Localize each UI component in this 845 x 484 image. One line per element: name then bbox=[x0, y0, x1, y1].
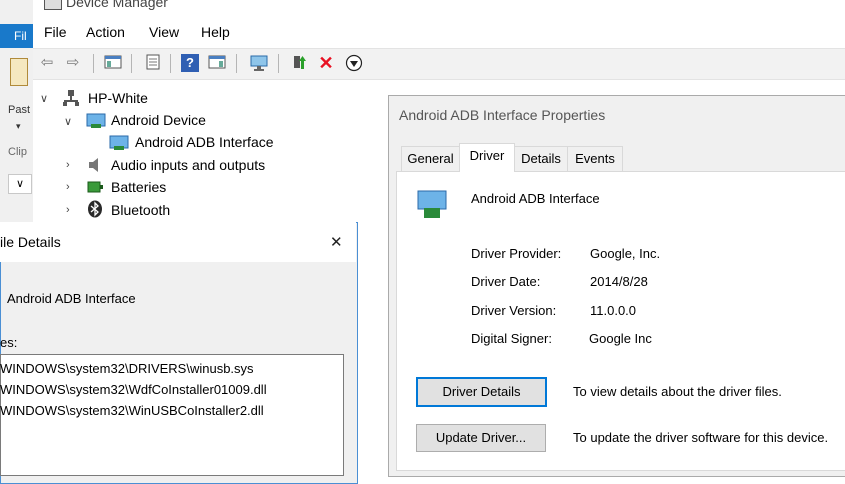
menu-view[interactable]: View bbox=[149, 24, 179, 40]
toolbar-separator bbox=[131, 54, 132, 73]
android-device-icon bbox=[86, 112, 108, 133]
scan-hardware-icon[interactable] bbox=[249, 54, 268, 72]
device-name: Android ADB Interface bbox=[471, 191, 600, 206]
chevron-down-icon[interactable]: ∨ bbox=[64, 115, 72, 128]
bluetooth-icon bbox=[87, 200, 103, 221]
chevron-right-icon[interactable]: › bbox=[66, 204, 70, 216]
tree-item-android-adb-interface[interactable]: Android ADB Interface bbox=[135, 134, 274, 150]
driver-date-label: Driver Date: bbox=[471, 274, 541, 289]
paste-icon[interactable] bbox=[10, 58, 28, 86]
file-details-device-name: Android ADB Interface bbox=[7, 291, 136, 306]
driver-details-description: To view details about the driver files. bbox=[573, 384, 782, 399]
driver-file-item[interactable]: WINDOWS\system32\WinUSBCoInstaller2.dll bbox=[0, 403, 264, 418]
uninstall-device-icon[interactable]: ✕ bbox=[317, 54, 335, 72]
driver-details-button[interactable]: Driver Details bbox=[416, 377, 547, 407]
update-driver-button[interactable]: Update Driver... bbox=[416, 424, 546, 452]
chevron-right-icon[interactable]: › bbox=[66, 181, 70, 193]
driver-provider-label: Driver Provider: bbox=[471, 246, 562, 261]
speaker-icon bbox=[86, 156, 104, 177]
update-driver-description: To update the driver software for this d… bbox=[573, 430, 829, 445]
explorer-file-tab[interactable]: Fil bbox=[0, 24, 33, 48]
menu-file[interactable]: File bbox=[44, 24, 67, 40]
show-hide-console-tree-icon[interactable] bbox=[104, 54, 122, 72]
battery-icon bbox=[86, 178, 106, 199]
action-pane-icon[interactable] bbox=[208, 54, 226, 72]
menu-action[interactable]: Action bbox=[86, 24, 125, 40]
driver-files-label: es: bbox=[0, 335, 18, 350]
paste-dropdown-icon[interactable]: ▾ bbox=[16, 121, 21, 132]
driver-version-value: 11.0.0.0 bbox=[590, 303, 637, 318]
tab-events[interactable]: Events bbox=[567, 146, 623, 172]
chevron-right-icon[interactable]: › bbox=[66, 159, 70, 171]
driver-provider-value: Google, Inc. bbox=[590, 246, 661, 261]
tab-details[interactable]: Details bbox=[514, 146, 568, 172]
driver-file-item[interactable]: WINDOWS\system32\WdfCoInstaller01009.dll bbox=[0, 382, 267, 397]
forward-arrow-icon[interactable]: ⇨ bbox=[64, 54, 82, 72]
chevron-down-icon[interactable]: ∨ bbox=[8, 174, 32, 194]
help-icon[interactable]: ? bbox=[181, 54, 199, 72]
toolbar-separator bbox=[93, 54, 94, 73]
file-details-title: ile Details bbox=[0, 234, 61, 250]
digital-signer-value: Google Inc bbox=[589, 331, 652, 346]
device-manager-app-icon bbox=[44, 0, 62, 10]
tree-item-audio[interactable]: Audio inputs and outputs bbox=[111, 157, 265, 173]
driver-date-value: 2014/8/28 bbox=[590, 274, 648, 289]
toolbar-separator bbox=[236, 54, 237, 73]
paste-label: Past bbox=[8, 104, 31, 116]
menu-help[interactable]: Help bbox=[201, 24, 230, 40]
tree-item-bluetooth[interactable]: Bluetooth bbox=[111, 202, 170, 218]
clipboard-label: Clip bbox=[8, 146, 27, 158]
tab-driver[interactable]: Driver bbox=[459, 143, 515, 172]
device-icon bbox=[416, 188, 452, 225]
toolbar-separator bbox=[170, 54, 171, 73]
digital-signer-label: Digital Signer: bbox=[471, 331, 552, 346]
properties-dialog-title: Android ADB Interface Properties bbox=[399, 107, 606, 123]
back-arrow-icon[interactable]: ⇦ bbox=[38, 54, 56, 72]
tab-general[interactable]: General bbox=[401, 146, 460, 172]
tree-item-android-device[interactable]: Android Device bbox=[111, 112, 206, 128]
driver-file-item[interactable]: WINDOWS\system32\DRIVERS\winusb.sys bbox=[0, 361, 254, 376]
toolbar-separator bbox=[278, 54, 279, 73]
close-icon[interactable]: ✕ bbox=[330, 233, 343, 251]
tree-item-batteries[interactable]: Batteries bbox=[111, 179, 166, 195]
chevron-down-icon[interactable]: ∨ bbox=[40, 92, 48, 105]
update-driver-icon[interactable] bbox=[290, 54, 308, 72]
properties-icon[interactable] bbox=[144, 54, 162, 72]
driver-version-label: Driver Version: bbox=[471, 303, 557, 318]
enable-device-icon[interactable] bbox=[345, 54, 363, 72]
window-title: Device Manager bbox=[66, 0, 168, 10]
computer-icon bbox=[62, 89, 80, 110]
adb-interface-icon bbox=[109, 134, 131, 155]
tree-root-hp-white[interactable]: HP-White bbox=[88, 90, 148, 106]
